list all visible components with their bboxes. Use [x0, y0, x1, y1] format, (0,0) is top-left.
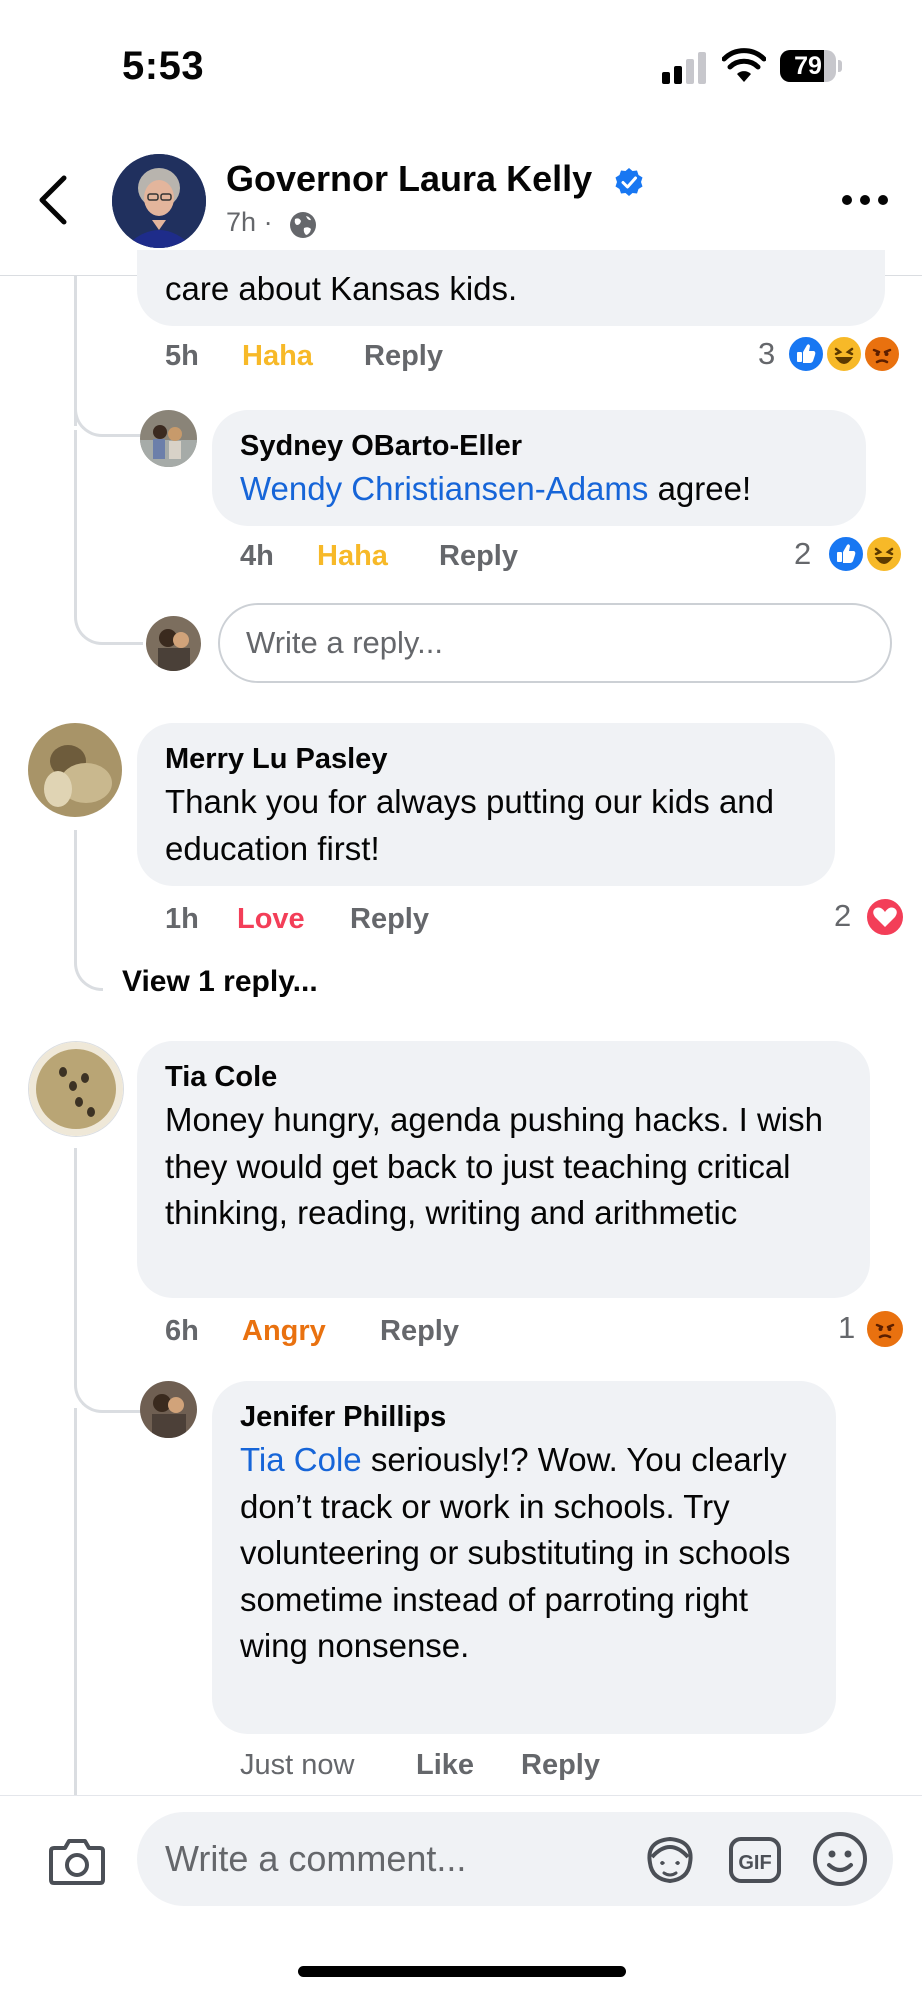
avatar[interactable]: [140, 410, 197, 467]
view-replies-link[interactable]: View 1 reply...: [122, 965, 318, 999]
like-reaction-icon: [786, 334, 826, 374]
gif-icon[interactable]: GIF: [728, 1836, 782, 1884]
avatar[interactable]: [28, 723, 122, 817]
camera-icon[interactable]: [48, 1836, 106, 1886]
thread-connector: [74, 948, 103, 991]
reply-time: 4h: [240, 540, 274, 572]
reply-text: Tia Cole seriously!? Wow. You clearly do…: [240, 1437, 820, 1670]
wifi-icon: [722, 48, 766, 82]
like-button[interactable]: Like: [416, 1749, 474, 1782]
haha-reaction-icon: [864, 534, 904, 574]
verified-badge-icon: [615, 168, 643, 196]
comment-text: Money hungry, agenda pushing hacks. I wi…: [165, 1101, 823, 1231]
back-arrow-icon[interactable]: [34, 172, 74, 228]
reaction-icons[interactable]: [864, 896, 908, 938]
battery-indicator: 79: [780, 50, 842, 84]
comment-time: 6h: [165, 1315, 199, 1347]
thread-line: [74, 1408, 77, 1798]
comment-time: 1h: [165, 903, 199, 935]
reply-text: Wendy Christiansen-Adams agree!: [240, 466, 751, 513]
reaction-count[interactable]: 1: [838, 1310, 855, 1346]
reaction-button[interactable]: Love: [237, 903, 305, 936]
reply-button[interactable]: Reply: [380, 1315, 459, 1348]
svg-text:GIF: GIF: [738, 1852, 771, 1874]
reaction-button[interactable]: Angry: [242, 1315, 326, 1348]
thread-connector: [74, 1370, 143, 1413]
comment-author[interactable]: Tia Cole: [165, 1061, 277, 1094]
avatar[interactable]: [140, 1381, 197, 1438]
reply-button[interactable]: Reply: [439, 540, 518, 573]
comment-text: care about Kansas kids.: [165, 270, 518, 307]
love-reaction-icon: [864, 896, 906, 938]
reply-button[interactable]: Reply: [364, 340, 443, 373]
thread-line: [74, 830, 77, 950]
reply-time: Just now: [240, 1749, 355, 1781]
reaction-button[interactable]: Haha: [242, 340, 313, 373]
avatar[interactable]: [28, 1041, 124, 1137]
home-indicator: [298, 1966, 626, 1977]
battery-text: 79: [794, 52, 822, 80]
reply-author[interactable]: Sydney OBarto-Eller: [240, 430, 522, 463]
comment-text: Thank you for always putting our kids an…: [165, 783, 775, 867]
reply-body: agree!: [648, 470, 752, 507]
globe-icon: [290, 212, 316, 238]
angry-reaction-icon: [862, 334, 902, 374]
avatar-sticker-icon[interactable]: [642, 1833, 698, 1885]
page-name[interactable]: Governor Laura Kelly: [226, 158, 592, 200]
haha-reaction-icon: [824, 334, 864, 374]
reaction-count[interactable]: 3: [758, 336, 775, 372]
emoji-icon[interactable]: [812, 1831, 868, 1887]
status-time: 5:53: [122, 44, 205, 88]
angry-reaction-icon: [864, 1308, 906, 1350]
meta-separator: ·: [263, 207, 273, 237]
current-user-avatar: [146, 616, 201, 671]
thread-line: [74, 430, 77, 600]
reply-button[interactable]: Reply: [350, 903, 429, 936]
page-avatar[interactable]: [112, 154, 206, 248]
reaction-button[interactable]: Haha: [317, 540, 388, 573]
more-options-icon[interactable]: [840, 188, 890, 212]
thread-connector: [74, 600, 143, 645]
thread-connector: [74, 400, 143, 437]
reply-author[interactable]: Jenifer Phillips: [240, 1401, 446, 1434]
reaction-icons[interactable]: [864, 1308, 908, 1350]
reply-button[interactable]: Reply: [521, 1749, 600, 1782]
mention-link[interactable]: Tia Cole: [240, 1441, 362, 1478]
reaction-icons[interactable]: [786, 334, 906, 374]
comment-author[interactable]: Merry Lu Pasley: [165, 743, 387, 776]
like-reaction-icon: [826, 534, 866, 574]
comment-input-placeholder[interactable]: Write a comment...: [165, 1838, 466, 1880]
reply-input[interactable]: Write a reply...: [218, 603, 892, 683]
reaction-count[interactable]: 2: [834, 898, 851, 934]
post-age: 7h: [226, 207, 257, 237]
reaction-icons[interactable]: [826, 534, 908, 574]
thread-line: [74, 1148, 77, 1370]
comment-time: 5h: [165, 340, 199, 372]
post-meta: 7h ·: [226, 207, 273, 238]
reaction-count[interactable]: 2: [794, 536, 811, 572]
cell-signal-icon: [662, 52, 706, 84]
mention-link[interactable]: Wendy Christiansen-Adams: [240, 470, 648, 507]
